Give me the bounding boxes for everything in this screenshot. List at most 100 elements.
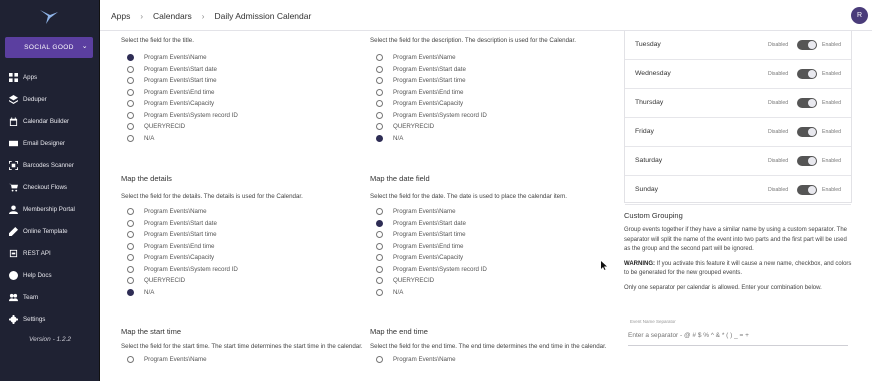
radio-label: Program Events\Name: [144, 54, 207, 62]
sidebar-item-label: Barcodes Scanner: [23, 161, 74, 169]
radio-button[interactable]: [376, 231, 383, 239]
radio-button[interactable]: [127, 231, 134, 239]
radio-option[interactable]: Program Events\End time: [121, 241, 361, 253]
radio-option[interactable]: Program Events\End time: [370, 241, 610, 253]
radio-button[interactable]: [376, 208, 383, 216]
radio-button[interactable]: [376, 254, 383, 262]
day-toggle[interactable]: [797, 69, 817, 79]
radio-option[interactable]: Program Events\Start time: [121, 229, 361, 241]
sidebar-item-checkout-flows[interactable]: Checkout Flows: [0, 176, 100, 198]
breadcrumb-calendars[interactable]: Calendars: [153, 11, 192, 21]
radio-button[interactable]: [376, 219, 383, 227]
radio-button[interactable]: [127, 265, 134, 273]
radio-option[interactable]: Program Events\Start time: [121, 75, 361, 87]
radio-option[interactable]: Program Events\Start time: [370, 75, 610, 87]
day-toggle[interactable]: [797, 40, 817, 50]
radio-option[interactable]: Program Events\Start date: [121, 218, 361, 230]
radio-button[interactable]: [376, 54, 383, 62]
radio-option[interactable]: Program Events\End time: [370, 87, 610, 99]
radio-button[interactable]: [127, 356, 134, 364]
radio-option[interactable]: QUERYRECID: [121, 121, 361, 133]
day-row-wednesday: Wednesday Disabled Enabled: [625, 60, 851, 89]
radio-button[interactable]: [376, 123, 383, 131]
breadcrumb-apps[interactable]: Apps: [111, 11, 130, 21]
radio-option[interactable]: Program Events\Capacity: [370, 252, 610, 264]
radio-option[interactable]: N/A: [370, 287, 610, 299]
radio-button[interactable]: [376, 65, 383, 73]
radio-button[interactable]: [127, 65, 134, 73]
radio-button[interactable]: [376, 356, 383, 364]
separator-input[interactable]: [628, 328, 846, 342]
sidebar-item-online-template[interactable]: Online Template: [0, 220, 100, 242]
layers-icon: [8, 94, 18, 104]
sidebar-item-deduper[interactable]: Deduper: [0, 88, 100, 110]
radio-button[interactable]: [376, 77, 383, 85]
custom-grouping-warning: WARNING: If you activate this feature it…: [624, 260, 854, 279]
radio-button[interactable]: [127, 242, 134, 250]
radio-option[interactable]: Program Events\Capacity: [121, 252, 361, 264]
radio-button[interactable]: [127, 254, 134, 262]
sidebar-item-team[interactable]: Team: [0, 286, 100, 308]
radio-button[interactable]: [127, 88, 134, 96]
sidebar-item-email-designer[interactable]: Email Designer: [0, 132, 100, 154]
radio-button[interactable]: [127, 123, 134, 131]
radio-option[interactable]: Program Events\System record ID: [370, 264, 610, 276]
radio-option[interactable]: Program Events\Start date: [121, 64, 361, 76]
end-time-option[interactable]: Program Events\Name: [370, 354, 610, 366]
radio-option[interactable]: Program Events\End time: [121, 87, 361, 99]
sidebar-item-calendar-builder[interactable]: Calendar Builder: [0, 110, 100, 132]
radio-button[interactable]: [376, 242, 383, 250]
radio-option[interactable]: N/A: [121, 287, 361, 299]
sidebar-item-membership-portal[interactable]: Membership Portal: [0, 198, 100, 220]
sidebar-item-apps[interactable]: Apps: [0, 66, 100, 88]
day-toggle[interactable]: [797, 156, 817, 166]
radio-option[interactable]: Program Events\Start date: [370, 218, 610, 230]
title-field-desc: Select the field for the title.: [121, 37, 194, 44]
radio-button[interactable]: [376, 111, 383, 119]
radio-button[interactable]: [127, 54, 134, 62]
radio-button[interactable]: [127, 288, 134, 296]
radio-button[interactable]: [376, 288, 383, 296]
radio-option[interactable]: Program Events\Name: [370, 52, 610, 64]
day-toggle[interactable]: [797, 185, 817, 195]
disabled-label: Disabled: [768, 100, 789, 106]
radio-button[interactable]: [127, 277, 134, 285]
radio-option[interactable]: QUERYRECID: [121, 275, 361, 287]
radio-option[interactable]: Program Events\System record ID: [370, 110, 610, 122]
radio-option[interactable]: Program Events\Start date: [370, 64, 610, 76]
radio-button[interactable]: [376, 100, 383, 108]
description-field-section: Select the field for the description. Th…: [370, 36, 610, 45]
sidebar-item-help-docs[interactable]: Help Docs: [0, 264, 100, 286]
radio-option[interactable]: Program Events\Name: [121, 52, 361, 64]
radio-option[interactable]: Program Events\System record ID: [121, 264, 361, 276]
radio-option[interactable]: N/A: [121, 133, 361, 145]
radio-option[interactable]: QUERYRECID: [370, 275, 610, 287]
radio-option[interactable]: Program Events\Capacity: [370, 98, 610, 110]
sidebar-item-settings[interactable]: Settings: [0, 308, 100, 330]
radio-button[interactable]: [127, 208, 134, 216]
start-time-option[interactable]: Program Events\Name: [121, 354, 366, 366]
radio-option[interactable]: Program Events\Name: [370, 206, 610, 218]
radio-option[interactable]: Program Events\Capacity: [121, 98, 361, 110]
radio-button[interactable]: [127, 77, 134, 85]
radio-button[interactable]: [127, 100, 134, 108]
day-toggle[interactable]: [797, 98, 817, 108]
radio-option[interactable]: QUERYRECID: [370, 121, 610, 133]
org-selector[interactable]: SOCIAL GOOD ⌄: [5, 37, 93, 58]
day-toggle[interactable]: [797, 127, 817, 137]
radio-option[interactable]: N/A: [370, 133, 610, 145]
avatar[interactable]: R: [851, 7, 868, 24]
sidebar-item-barcodes-scanner[interactable]: Barcodes Scanner: [0, 154, 100, 176]
radio-button[interactable]: [376, 88, 383, 96]
radio-button[interactable]: [376, 277, 383, 285]
radio-option[interactable]: Program Events\Start time: [370, 229, 610, 241]
radio-option[interactable]: Program Events\Name: [121, 206, 361, 218]
warning-text: If you activate this feature it will cau…: [624, 260, 852, 277]
radio-button[interactable]: [127, 111, 134, 119]
sidebar-item-rest-api[interactable]: REST API: [0, 242, 100, 264]
radio-button[interactable]: [376, 265, 383, 273]
radio-button[interactable]: [127, 134, 134, 142]
radio-option[interactable]: Program Events\System record ID: [121, 110, 361, 122]
radio-button[interactable]: [127, 219, 134, 227]
radio-button[interactable]: [376, 134, 383, 142]
